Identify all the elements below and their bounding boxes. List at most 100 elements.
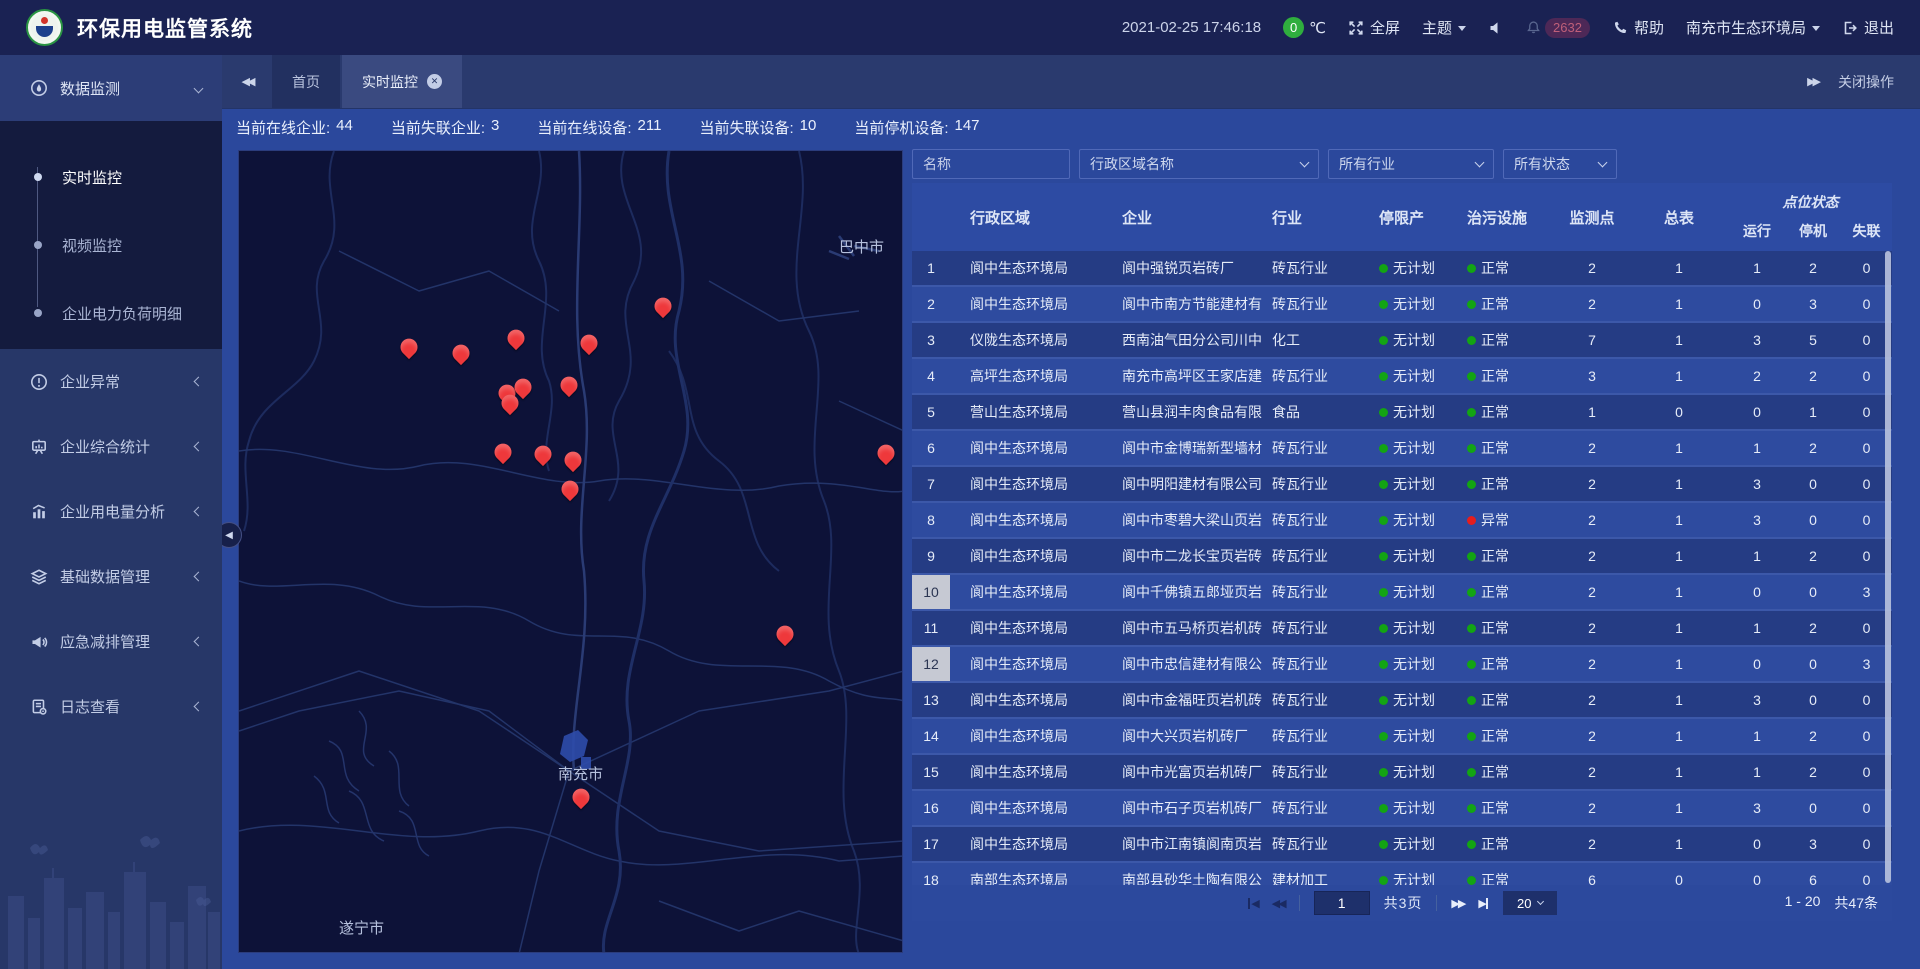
- chevron-left-icon: [194, 702, 204, 712]
- sidebar-group[interactable]: 企业异常: [0, 349, 222, 414]
- cell-stop-status: 无计划: [1375, 539, 1463, 573]
- table-row[interactable]: 18 南部生态环境局 南部县砂华土陶有限公 建材加工 无计划 正常 6 0 0 …: [912, 863, 1892, 885]
- cell-monitor-count: 6: [1555, 863, 1629, 885]
- row-number: 8: [912, 503, 950, 537]
- cell-industry: 砖瓦行业: [1270, 719, 1375, 753]
- sidebar-item[interactable]: 实时监控: [0, 143, 222, 211]
- sidebar-group[interactable]: 日志查看: [0, 674, 222, 739]
- org-selector[interactable]: 南充市生态环境局: [1686, 17, 1820, 38]
- sidebar-group[interactable]: 基础数据管理: [0, 544, 222, 609]
- status-dot-icon: [1379, 588, 1388, 597]
- status-dot-icon: [1379, 660, 1388, 669]
- map-city-label: 巴中市: [839, 236, 884, 257]
- cell-stop-status: 无计划: [1375, 323, 1463, 357]
- cell-industry: 砖瓦行业: [1270, 431, 1375, 465]
- table-row[interactable]: 5 营山生态环境局 营山县润丰肉食品有限 食品 无计划 正常 1 0 0 1 0: [912, 395, 1892, 431]
- cell-halt-count: 2: [1785, 755, 1841, 789]
- sidebar-group[interactable]: 数据监测: [0, 55, 222, 121]
- cell-run-count: 0: [1729, 575, 1785, 609]
- table-row[interactable]: 12 阆中生态环境局 阆中市忠信建材有限公 砖瓦行业 无计划 正常 2 1 0 …: [912, 647, 1892, 683]
- table-row[interactable]: 10 阆中生态环境局 阆中千佛镇五郎垭页岩 砖瓦行业 无计划 正常 2 1 0 …: [912, 575, 1892, 611]
- board-icon: [30, 438, 48, 456]
- chevron-down-icon: [1475, 158, 1485, 168]
- app-title: 环保用电监管系统: [77, 13, 253, 43]
- table-scrollbar[interactable]: [1885, 251, 1891, 883]
- cell-monitor-count: 2: [1555, 611, 1629, 645]
- cell-run-count: 0: [1729, 647, 1785, 681]
- region-filter-select[interactable]: 行政区域名称: [1079, 149, 1319, 179]
- cell-stop-status: 无计划: [1375, 575, 1463, 609]
- cell-stop-status: 无计划: [1375, 755, 1463, 789]
- cell-monitor-count: 7: [1555, 323, 1629, 357]
- total-pages-label: 共3页: [1384, 893, 1423, 913]
- theme-button[interactable]: 主题: [1422, 17, 1466, 38]
- sidebar-group-label: 数据监测: [60, 78, 120, 99]
- last-page-button[interactable]: ▶: [1478, 897, 1488, 910]
- tab[interactable]: 实时监控 ✕: [342, 55, 462, 108]
- table-row[interactable]: 3 仪陇生态环境局 西南油气田分公司川中 化工 无计划 正常 7 1 3 5 0: [912, 323, 1892, 359]
- tabs-scroll-left-button[interactable]: ◀◀: [222, 55, 272, 108]
- prev-page-button[interactable]: ◀◀: [1272, 897, 1285, 910]
- total-count-label: 共47条: [1834, 893, 1878, 913]
- table-row[interactable]: 9 阆中生态环境局 阆中市二龙长宝页岩砖 砖瓦行业 无计划 正常 2 1 1 2…: [912, 539, 1892, 575]
- cell-halt-count: 0: [1785, 467, 1841, 501]
- stat-value: 44: [336, 117, 353, 138]
- table-row[interactable]: 4 高坪生态环境局 南充市高坪区王家店建 砖瓦行业 无计划 正常 3 1 2 2…: [912, 359, 1892, 395]
- row-number: 9: [912, 539, 950, 573]
- tabs-scroll-right-button[interactable]: ▶▶: [1807, 75, 1818, 88]
- sidebar-item[interactable]: 企业电力负荷明细: [0, 279, 222, 347]
- map-panel[interactable]: 巴中市 南充市 遂宁市: [238, 150, 903, 953]
- cell-industry: 砖瓦行业: [1270, 611, 1375, 645]
- page-size-select[interactable]: 20: [1503, 891, 1557, 915]
- cell-stop-status: 无计划: [1375, 683, 1463, 717]
- row-number: 1: [912, 251, 950, 285]
- first-page-button[interactable]: ◀: [1247, 897, 1257, 910]
- status-filter-value: 所有状态: [1514, 154, 1570, 174]
- logout-button[interactable]: 退出: [1842, 17, 1894, 38]
- cell-industry: 砖瓦行业: [1270, 647, 1375, 681]
- name-filter-input[interactable]: [912, 149, 1070, 179]
- help-button[interactable]: 帮助: [1612, 17, 1664, 38]
- table-row[interactable]: 13 阆中生态环境局 阆中市金福旺页岩机砖 砖瓦行业 无计划 正常 2 1 3 …: [912, 683, 1892, 719]
- tab-close-icon[interactable]: ✕: [427, 74, 442, 89]
- sidebar-group[interactable]: 应急减排管理: [0, 609, 222, 674]
- cell-run-count: 2: [1729, 359, 1785, 393]
- table-row[interactable]: 11 阆中生态环境局 阆中市五马桥页岩机砖 砖瓦行业 无计划 正常 2 1 1 …: [912, 611, 1892, 647]
- fullscreen-button[interactable]: 全屏: [1348, 17, 1400, 38]
- cell-halt-count: 3: [1785, 287, 1841, 321]
- table-row[interactable]: 2 阆中生态环境局 阆中市南方节能建材有 砖瓦行业 无计划 正常 2 1 0 3…: [912, 287, 1892, 323]
- sidebar-group-label: 基础数据管理: [60, 566, 150, 587]
- next-page-button[interactable]: ▶▶: [1451, 897, 1464, 910]
- sidebar-item[interactable]: 视频监控: [0, 211, 222, 279]
- status-dot-icon: [1379, 264, 1388, 273]
- table-row[interactable]: 15 阆中生态环境局 阆中市光富页岩机砖厂 砖瓦行业 无计划 正常 2 1 1 …: [912, 755, 1892, 791]
- cell-total-count: 1: [1629, 827, 1729, 861]
- mute-button[interactable]: [1488, 20, 1504, 36]
- cell-company: 阆中市江南镇阆南页岩: [1098, 827, 1270, 861]
- cell-industry: 砖瓦行业: [1270, 539, 1375, 573]
- status-dot-icon: [1467, 804, 1476, 813]
- table-row[interactable]: 16 阆中生态环境局 阆中市石子页岩机砖厂 砖瓦行业 无计划 正常 2 1 3 …: [912, 791, 1892, 827]
- table-row[interactable]: 7 阆中生态环境局 阆中明阳建材有限公司 砖瓦行业 无计划 正常 2 1 3 0…: [912, 467, 1892, 503]
- table-row[interactable]: 8 阆中生态环境局 阆中市枣碧大梁山页岩 砖瓦行业 无计划 异常 2 1 3 0…: [912, 503, 1892, 539]
- sidebar-group[interactable]: 企业综合统计: [0, 414, 222, 479]
- page-number-input[interactable]: [1314, 891, 1370, 915]
- sidebar-group[interactable]: 企业用电量分析: [0, 479, 222, 544]
- status-filter-select[interactable]: 所有状态: [1503, 149, 1617, 179]
- table-row[interactable]: 14 阆中生态环境局 阆中大兴页岩机砖厂 砖瓦行业 无计划 正常 2 1 1 2…: [912, 719, 1892, 755]
- cell-total-count: 1: [1629, 251, 1729, 285]
- notification-badge[interactable]: 2632: [1526, 18, 1590, 38]
- cell-region: 阆中生态环境局: [950, 755, 1098, 789]
- tab[interactable]: 首页 ✕: [272, 55, 340, 108]
- chevron-down-icon: [1598, 158, 1608, 168]
- table-row[interactable]: 1 阆中生态环境局 阆中强锐页岩砖厂 砖瓦行业 无计划 正常 2 1 1 2 0: [912, 251, 1892, 287]
- cell-halt-count: 2: [1785, 251, 1841, 285]
- cell-run-count: 3: [1729, 503, 1785, 537]
- table-row[interactable]: 17 阆中生态环境局 阆中市江南镇阆南页岩 砖瓦行业 无计划 正常 2 1 0 …: [912, 827, 1892, 863]
- status-dot-icon: [1467, 588, 1476, 597]
- table-row[interactable]: 6 阆中生态环境局 阆中市金博瑞新型墙材 砖瓦行业 无计划 正常 2 1 1 2…: [912, 431, 1892, 467]
- temperature-indicator: 0 ℃: [1283, 17, 1326, 38]
- column-header-halt: 停机: [1785, 213, 1841, 251]
- close-operations-button[interactable]: 关闭操作: [1838, 72, 1894, 92]
- industry-filter-select[interactable]: 所有行业: [1328, 149, 1494, 179]
